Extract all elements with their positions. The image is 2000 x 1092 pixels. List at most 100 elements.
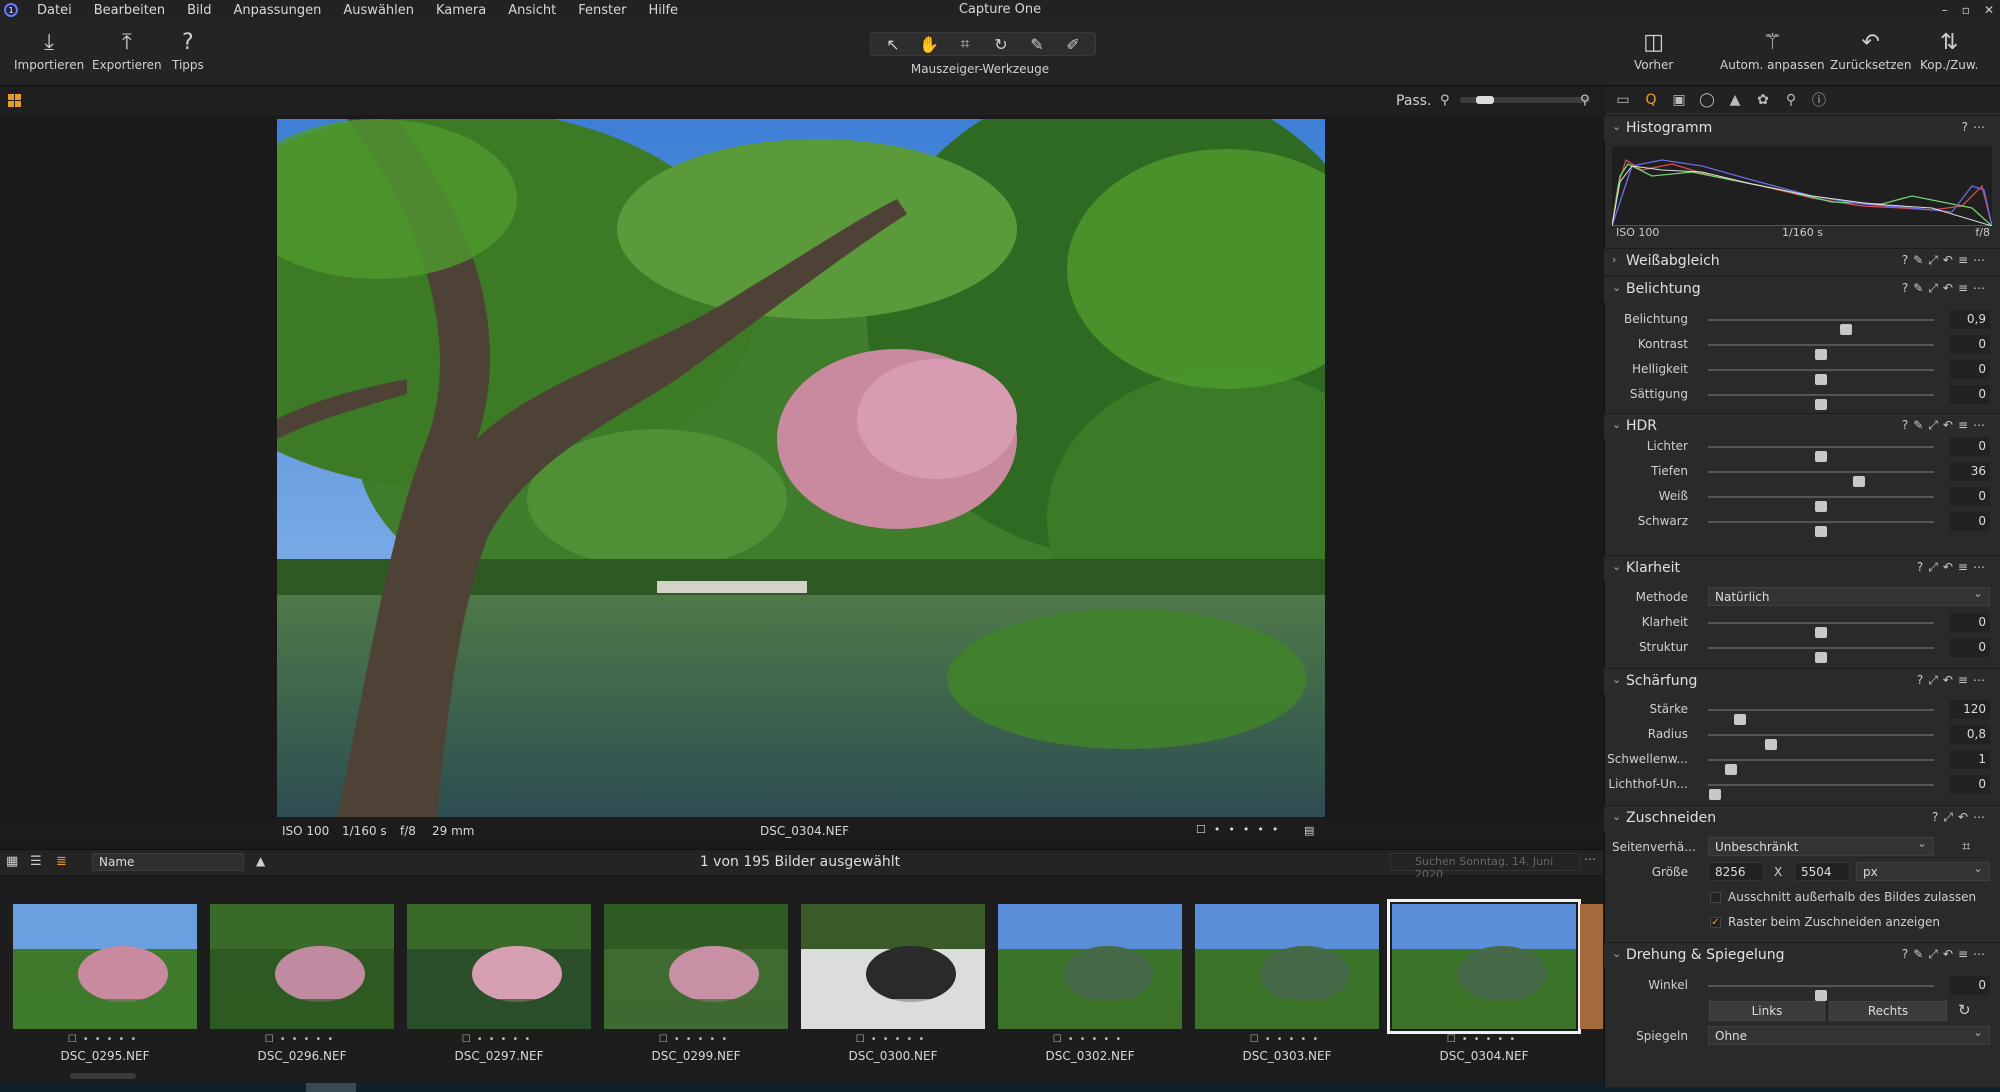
slider-track[interactable]: [1708, 709, 1934, 725]
thumbnail[interactable]: [13, 904, 197, 1029]
crop-ratio-select[interactable]: Unbeschränkt: [1708, 836, 1934, 856]
import-button[interactable]: ⤓ Importieren: [14, 28, 84, 72]
rating-dots[interactable]: ☐•••••: [1196, 823, 1286, 836]
slider-knob[interactable]: [1815, 399, 1827, 410]
thumbnail-rating[interactable]: ☐•••••: [407, 1034, 591, 1045]
angle-value[interactable]: 0: [1950, 976, 1990, 995]
slider-value[interactable]: 120: [1950, 700, 1990, 719]
tips-button[interactable]: ? Tipps: [172, 28, 204, 72]
tab-metadata-icon[interactable]: ⓘ: [1808, 90, 1830, 110]
slider-track[interactable]: [1708, 647, 1934, 663]
sort-direction-icon[interactable]: ▲: [256, 854, 265, 868]
slider-track[interactable]: [1708, 471, 1934, 487]
slider-knob[interactable]: [1815, 526, 1827, 537]
slider-value[interactable]: 0: [1950, 385, 1990, 404]
slider-track[interactable]: [1708, 446, 1934, 462]
crop-outside-checkbox[interactable]: [1710, 892, 1721, 903]
slider-value[interactable]: 36: [1950, 462, 1990, 481]
thumbnail-rating[interactable]: ☐•••••: [1195, 1034, 1379, 1045]
picker-icon[interactable]: ✐: [1057, 35, 1089, 54]
main-photo[interactable]: [277, 119, 1325, 817]
crop-tool-icon[interactable]: ⌗: [1962, 837, 1970, 855]
sort-select[interactable]: Name: [92, 853, 244, 871]
crop-grid-checkbox[interactable]: ✓: [1710, 917, 1721, 928]
tab-quick-icon[interactable]: Q: [1640, 92, 1662, 108]
export-button[interactable]: ⤒ Exportieren: [92, 28, 162, 72]
slider-track[interactable]: [1708, 521, 1934, 537]
slider-track[interactable]: [1708, 784, 1934, 800]
crop-height-input[interactable]: 5504: [1794, 862, 1850, 881]
rotate-left-button[interactable]: Links: [1709, 1001, 1825, 1021]
section-tools-icons[interactable]: ?✎⤢↶≡⋯: [1902, 281, 1990, 296]
menu-anpassungen[interactable]: Anpassungen: [223, 3, 333, 18]
minimize-icon[interactable]: –: [1942, 3, 1948, 17]
reset-button[interactable]: ↶ Zurücksetzen: [1830, 28, 1912, 72]
slider-value[interactable]: 0: [1950, 360, 1990, 379]
section-clarity[interactable]: ⌄ Klarheit ?⤢↶≡⋯: [1604, 555, 2000, 581]
zoom-slider-knob[interactable]: [1475, 96, 1494, 104]
slider-value[interactable]: 0,9: [1950, 310, 1990, 329]
copy-apply-button[interactable]: ⇅ Kop./Zuw.: [1920, 28, 1978, 72]
free-rotate-icon[interactable]: ↻: [1958, 1001, 1971, 1019]
menu-fenster[interactable]: Fenster: [567, 3, 637, 18]
section-tools-icons[interactable]: ?⤢↶≡⋯: [1917, 560, 1990, 575]
thumbnail-rating[interactable]: ☐•••••: [604, 1034, 788, 1045]
zoom-out-icon[interactable]: ⚲: [1440, 93, 1450, 108]
slider-value[interactable]: 0,8: [1950, 725, 1990, 744]
filmstrip-scrollbar[interactable]: [70, 1073, 136, 1079]
more-options-icon[interactable]: ⋯: [1584, 852, 1596, 866]
thumbnail[interactable]: [604, 904, 788, 1029]
close-icon[interactable]: ✕: [1984, 3, 1994, 17]
tab-color-icon[interactable]: ✿: [1752, 92, 1774, 108]
hand-icon[interactable]: ✋: [913, 35, 945, 54]
thumbnail-rating[interactable]: ☐•••••: [13, 1034, 197, 1045]
crop-icon[interactable]: ⌗: [949, 34, 981, 54]
slider-track[interactable]: [1708, 759, 1934, 775]
slider-track[interactable]: [1708, 344, 1934, 360]
rotate-right-button[interactable]: Rechts: [1829, 1001, 1947, 1021]
slider-track[interactable]: [1708, 319, 1934, 335]
slider-knob[interactable]: [1708, 789, 1721, 800]
thumbnail[interactable]: [801, 904, 985, 1029]
section-tools-icons[interactable]: ?✎⤢↶≡⋯: [1902, 418, 1990, 433]
menu-bearbeiten[interactable]: Bearbeiten: [83, 3, 176, 18]
slider-value[interactable]: 0: [1950, 512, 1990, 531]
rotate-icon[interactable]: ↻: [985, 35, 1017, 54]
tab-library-icon[interactable]: ▭: [1612, 92, 1634, 108]
angle-slider-knob[interactable]: [1815, 990, 1827, 1001]
slider-track[interactable]: [1708, 394, 1934, 410]
maximize-icon[interactable]: ▫: [1962, 3, 1970, 17]
section-sharpening[interactable]: ⌄ Schärfung ?⤢↶≡⋯: [1604, 668, 2000, 694]
menu-kamera[interactable]: Kamera: [425, 3, 497, 18]
taskbar-item[interactable]: [306, 1083, 356, 1092]
zoom-in-icon[interactable]: ⚲: [1580, 93, 1590, 108]
slider-value[interactable]: 0: [1950, 335, 1990, 354]
section-crop[interactable]: ⌄ Zuschneiden ?⤢↶⋯: [1604, 805, 2000, 831]
auto-adjust-button[interactable]: ⚚ Autom. anpassen: [1720, 28, 1825, 72]
menu-ansicht[interactable]: Ansicht: [497, 3, 567, 18]
grid-mode-icon[interactable]: ▦: [6, 854, 18, 869]
slider-track[interactable]: [1708, 496, 1934, 512]
thumbnail-rating[interactable]: ☐•••••: [1392, 1034, 1576, 1045]
section-exposure[interactable]: ⌄ Belichtung ?✎⤢↶≡⋯: [1604, 276, 2000, 302]
tag-icon[interactable]: ▤: [1304, 824, 1314, 837]
section-tools-icons[interactable]: ?⤢↶≡⋯: [1917, 673, 1990, 688]
thumbnail[interactable]: [1195, 904, 1379, 1029]
list-mode-icon[interactable]: ☰: [30, 854, 42, 869]
thumbnail[interactable]: [998, 904, 1182, 1029]
section-white-balance[interactable]: › Weißabgleich ?✎⤢↶≡⋯: [1604, 248, 2000, 274]
crop-width-input[interactable]: 8256: [1708, 862, 1764, 881]
thumbnail-rating[interactable]: ☐•••••: [210, 1034, 394, 1045]
thumbnail[interactable]: [407, 904, 591, 1029]
section-tools-icons[interactable]: ?✎⤢↶≡⋯: [1902, 947, 1990, 962]
slider-value[interactable]: 0: [1950, 613, 1990, 632]
slider-track[interactable]: [1708, 369, 1934, 385]
angle-slider-track[interactable]: [1708, 985, 1934, 1001]
tab-details-icon[interactable]: ⚲: [1780, 92, 1802, 108]
flip-select[interactable]: Ohne: [1708, 1025, 1990, 1045]
thumbnail-partial[interactable]: [1580, 904, 1603, 1029]
select-arrow-icon[interactable]: ↖: [877, 35, 909, 54]
section-histogram[interactable]: ⌄ Histogramm ?⋯: [1604, 115, 2000, 141]
section-tools-icons[interactable]: ?⤢↶⋯: [1932, 810, 1990, 825]
slider-track[interactable]: [1708, 734, 1934, 750]
